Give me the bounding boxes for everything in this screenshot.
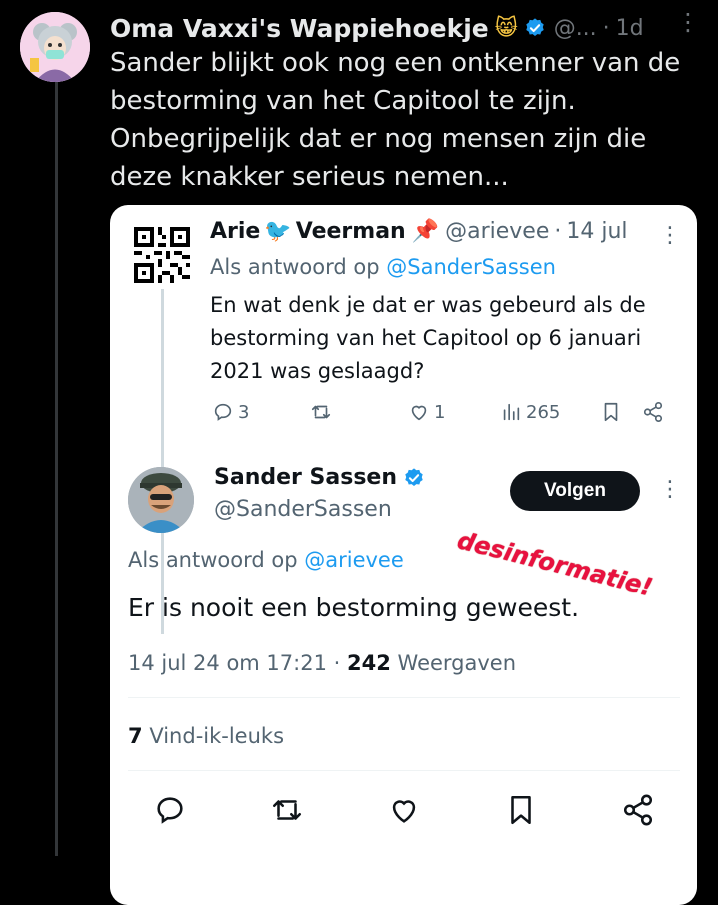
avatar[interactable]	[20, 12, 90, 82]
reply-author-handle[interactable]: @SanderSassen	[214, 497, 392, 522]
views-count: 265	[526, 401, 561, 423]
quoted-action-bar: 3 1 265	[210, 401, 670, 431]
quoted-author-last[interactable]: Veerman	[296, 219, 406, 244]
follow-button[interactable]: Volgen	[510, 471, 640, 511]
reply-author-name[interactable]: Sander Sassen	[214, 465, 397, 490]
inner-thread-line	[161, 289, 164, 634]
reply-button[interactable]: 3	[212, 401, 249, 423]
reply-action-bar	[110, 793, 697, 829]
author-name[interactable]: Oma Vaxxi's Wappiehoekje	[110, 14, 489, 43]
qr-code-avatar[interactable]	[134, 227, 190, 283]
retweet-icon	[272, 800, 302, 820]
like-count: 1	[434, 401, 446, 423]
like-button[interactable]	[387, 793, 421, 827]
likes-count: 7	[128, 724, 143, 748]
share-button[interactable]	[642, 401, 664, 423]
reply-handle-link[interactable]: @arievee	[304, 548, 404, 572]
bookmark-icon	[511, 795, 531, 825]
retweet-button[interactable]	[310, 401, 336, 423]
reply-author-name-row: Sander Sassen	[214, 465, 425, 490]
reply-button[interactable]	[153, 793, 187, 827]
tweet-header: Oma Vaxxi's Wappiehoekje 😸 @... · 1d	[110, 10, 710, 46]
bird-emoji-icon: 🐦	[264, 219, 292, 244]
views-label: Weergaven	[397, 651, 517, 675]
more-icon[interactable]: ⋮	[676, 10, 700, 34]
quoted-more-icon[interactable]: ⋮	[659, 223, 681, 248]
likes-label: Vind-ik-leuks	[149, 724, 285, 748]
views-button[interactable]: 265	[500, 401, 560, 423]
bookmark-button[interactable]	[504, 793, 538, 827]
separator: ·	[554, 219, 562, 244]
share-icon	[623, 794, 653, 826]
quoted-header: Arie 🐦 Veerman 📌 @arievee · 14 jul	[210, 219, 628, 244]
share-icon	[643, 402, 663, 422]
reply-to: Als antwoord op @arievee	[128, 548, 404, 572]
like-button[interactable]: 1	[408, 401, 445, 423]
conversation-card[interactable]: Arie 🐦 Veerman 📌 @arievee · 14 jul ⋮ Als…	[110, 205, 697, 905]
quoted-reply-to: Als antwoord op @SanderSassen	[210, 255, 556, 279]
reply-prefix: Als antwoord op	[128, 548, 298, 572]
quoted-text: En wat denk je dat er was gebeurd als de…	[210, 293, 646, 383]
cat-emoji-icon: 😸	[494, 15, 518, 41]
likes-summary[interactable]: 7 Vind-ik-leuks	[128, 724, 284, 748]
reply-handle-link[interactable]: @SanderSassen	[386, 255, 556, 279]
divider	[128, 697, 680, 698]
reply-count: 3	[238, 401, 250, 423]
tweet-text: Sander blijkt ook nog een ontkenner van …	[110, 48, 681, 192]
thread-line	[55, 80, 58, 856]
like-icon	[411, 405, 427, 421]
views-count: 242	[347, 651, 391, 675]
reply-prefix: Als antwoord op	[210, 255, 380, 279]
bookmark-icon	[604, 402, 618, 422]
reply-more-icon[interactable]: ⋮	[659, 477, 681, 502]
retweet-button[interactable]	[270, 793, 304, 827]
pushpin-emoji-icon: 📌	[411, 219, 440, 244]
quoted-handle[interactable]: @arievee	[445, 219, 549, 244]
quoted-author-first[interactable]: Arie	[210, 219, 260, 244]
avatar[interactable]	[128, 467, 194, 533]
quoted-date[interactable]: 14 jul	[566, 219, 627, 244]
verified-icon	[403, 467, 425, 489]
tweet-time[interactable]: 1d	[616, 16, 644, 41]
verified-icon	[524, 17, 546, 39]
retweet-icon	[311, 405, 331, 419]
author-handle[interactable]: @...	[554, 16, 597, 41]
separator: ·	[602, 15, 610, 41]
reply-timestamp[interactable]: 14 jul 24 om 17:21	[128, 651, 327, 675]
like-icon	[392, 800, 416, 823]
disinformation-stamp: desinformatie!	[454, 526, 656, 602]
bookmark-button[interactable]	[600, 401, 622, 423]
reply-icon	[214, 403, 232, 421]
divider	[128, 770, 680, 771]
reply-icon	[157, 797, 183, 824]
reply-meta: 14 jul 24 om 17:21 · 242 Weergaven	[128, 651, 516, 675]
separator: ·	[333, 651, 341, 675]
share-button[interactable]	[621, 793, 655, 827]
views-icon	[503, 403, 520, 421]
reply-text: Er is nooit een bestorming geweest.	[128, 593, 580, 622]
